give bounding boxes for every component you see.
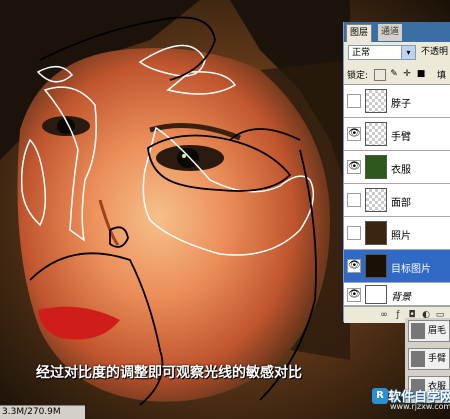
fill-label: 填: [437, 71, 447, 81]
layer-name: 照片: [391, 231, 411, 242]
panel-tab-bar: 图层 通道: [344, 22, 450, 42]
layer-name: 手臂: [391, 132, 411, 143]
tab-channels[interactable]: 通道: [378, 24, 403, 41]
layer-thumbnail: [365, 254, 387, 278]
layer-name: 背景: [391, 292, 411, 303]
list-item-label: 眉毛: [428, 326, 447, 336]
layer-row[interactable]: 👁 目标图片: [344, 250, 450, 283]
layer-style-icon[interactable]: ƒ: [392, 309, 404, 321]
layer-name: 脖子: [391, 99, 411, 110]
list-item-label: 手臂: [428, 354, 447, 364]
layer-row[interactable]: 脖子: [344, 85, 450, 118]
doc-size-text: 3.3M/270.9M: [2, 407, 61, 417]
visibility-toggle[interactable]: [347, 226, 361, 240]
eye-icon[interactable]: 👁: [347, 259, 361, 273]
layer-name: 目标图片: [391, 264, 431, 275]
watermark-url: www.rjzxw.com: [390, 402, 450, 411]
eye-icon[interactable]: 👁: [347, 127, 361, 141]
lock-position-icon[interactable]: ✛: [402, 69, 412, 79]
lock-transparency-icon[interactable]: [374, 69, 386, 81]
layer-thumbnail: [365, 188, 387, 212]
watermark-logo: R: [372, 388, 388, 404]
blend-row: 正常 ▾ 不透明: [344, 42, 450, 64]
chevron-down-icon[interactable]: ▾: [401, 46, 415, 59]
status-bar: 3.3M/270.9M: [0, 405, 85, 419]
layer-name: 面部: [391, 198, 411, 209]
caption-text: 经过对比度的调整即可观察光线的敏感对比: [36, 365, 302, 381]
layers-panel: 图层 通道 正常 ▾ 不透明 锁定: ✎ ✛ ■ 填 脖子 👁 手臂 👁 衣服: [343, 22, 450, 323]
lock-row: 锁定: ✎ ✛ ■ 填: [344, 64, 450, 85]
watermark: R 软件自学网 www.rjzxw.com: [372, 386, 450, 414]
layer-row[interactable]: 👁 背景: [344, 283, 450, 306]
layer-thumbnail: [365, 89, 387, 113]
layer-thumbnail: [365, 122, 387, 146]
layer-row[interactable]: 照片: [344, 217, 450, 250]
lock-image-icon[interactable]: ✎: [389, 69, 399, 79]
layer-row[interactable]: 👁 手臂: [344, 118, 450, 151]
lock-all-icon[interactable]: ■: [416, 69, 426, 79]
eye-icon[interactable]: 👁: [347, 160, 361, 174]
layer-name: 衣服: [391, 165, 411, 176]
link-icon[interactable]: ∞: [378, 309, 390, 321]
layer-thumbnail: [411, 351, 425, 367]
layer-row[interactable]: 👁 衣服: [344, 151, 450, 184]
visibility-toggle[interactable]: [347, 193, 361, 207]
list-item[interactable]: 眉毛: [408, 320, 450, 342]
eye-icon[interactable]: 👁: [347, 288, 361, 302]
layer-row[interactable]: 面部: [344, 184, 450, 217]
opacity-label: 不透明: [421, 47, 449, 57]
visibility-toggle[interactable]: [347, 94, 361, 108]
blend-mode-value: 正常: [352, 48, 371, 58]
tab-layers[interactable]: 图层: [346, 24, 373, 42]
layer-thumbnail: [365, 285, 387, 304]
layer-thumbnail: [411, 323, 425, 339]
blend-mode-select[interactable]: 正常 ▾: [348, 45, 416, 60]
layer-thumbnail: [365, 155, 387, 179]
list-item[interactable]: 手臂: [408, 348, 450, 370]
lock-label: 锁定:: [347, 71, 369, 81]
layer-thumbnail: [365, 221, 387, 245]
